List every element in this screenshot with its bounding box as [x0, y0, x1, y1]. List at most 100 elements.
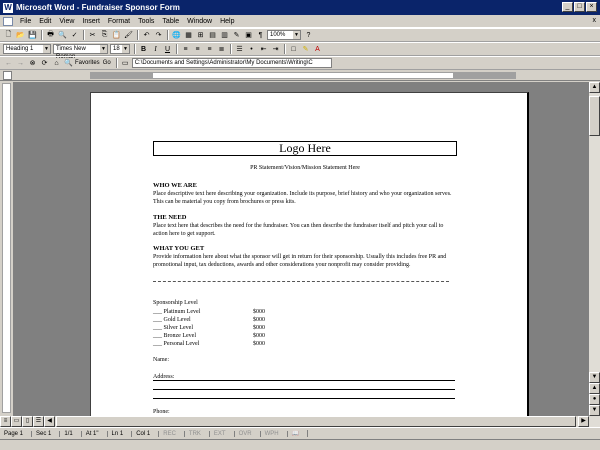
- drawing-icon[interactable]: ✎: [231, 30, 242, 40]
- outline-view-icon[interactable]: ☰: [33, 416, 44, 427]
- document-map-icon[interactable]: ▣: [243, 30, 254, 40]
- format-painter-icon[interactable]: 🖌: [123, 30, 134, 40]
- back-arrow-icon[interactable]: ←: [3, 58, 14, 68]
- align-center-icon[interactable]: ≡: [192, 44, 203, 54]
- style-select[interactable]: Heading 1 ▼: [3, 44, 51, 54]
- italic-button[interactable]: I: [150, 44, 161, 54]
- underline-button[interactable]: U: [162, 44, 173, 54]
- print-icon[interactable]: 🖶: [45, 30, 56, 40]
- previous-page-icon[interactable]: ▲: [589, 383, 600, 394]
- favorites-menu[interactable]: Favorites: [75, 60, 100, 66]
- toolbar-separator: [115, 58, 118, 68]
- document-area[interactable]: Logo Here PR Statement/Vision/Mission St…: [13, 82, 589, 416]
- border-icon[interactable]: □: [288, 44, 299, 54]
- print-preview-icon[interactable]: 🔍: [57, 30, 68, 40]
- save-icon[interactable]: 💾: [27, 30, 38, 40]
- status-ovr[interactable]: OVR: [235, 430, 261, 437]
- menu-bar: File Edit View Insert Format Tools Table…: [0, 15, 600, 28]
- paragraph-what-you-get: Provide information here about what the …: [153, 254, 447, 268]
- status-column: Col 1: [132, 430, 160, 437]
- document-close-button[interactable]: x: [593, 17, 597, 24]
- menu-view[interactable]: View: [55, 18, 78, 25]
- menu-file[interactable]: File: [16, 18, 35, 25]
- undo-icon[interactable]: ↶: [141, 30, 152, 40]
- zoom-select[interactable]: 100% ▼: [267, 30, 301, 40]
- sponsorship-title: Sponsorship Level: [153, 300, 198, 306]
- menu-window[interactable]: Window: [183, 18, 216, 25]
- menu-help[interactable]: Help: [216, 18, 238, 25]
- chevron-down-icon: ▼: [122, 45, 129, 53]
- scroll-down-icon[interactable]: ▼: [589, 372, 600, 383]
- redo-icon[interactable]: ↷: [153, 30, 164, 40]
- columns-icon[interactable]: ▥: [219, 30, 230, 40]
- tab-selector[interactable]: [3, 71, 12, 80]
- show-hide-icon[interactable]: ¶: [255, 30, 266, 40]
- bullets-icon[interactable]: •: [246, 44, 257, 54]
- numbering-icon[interactable]: ☰: [234, 44, 245, 54]
- decrease-indent-icon[interactable]: ⇤: [258, 44, 269, 54]
- status-wph[interactable]: WPH: [261, 430, 288, 437]
- show-only-web-toolbar-icon[interactable]: ▭: [120, 58, 131, 68]
- print-layout-icon[interactable]: ▯: [22, 416, 33, 427]
- scroll-left-icon[interactable]: ◀: [44, 416, 55, 427]
- horizontal-scrollbar[interactable]: ≡ ▭ ▯ ☰ ◀ ▶: [0, 416, 600, 427]
- help-icon[interactable]: ?: [303, 30, 314, 40]
- menu-insert[interactable]: Insert: [78, 18, 104, 25]
- font-color-icon[interactable]: A: [312, 44, 323, 54]
- font-size-select[interactable]: 18 ▼: [110, 44, 130, 54]
- refresh-icon[interactable]: ⟳: [39, 58, 50, 68]
- menu-tools[interactable]: Tools: [134, 18, 158, 25]
- status-trk[interactable]: TRK: [185, 430, 210, 437]
- copy-icon[interactable]: ⎘: [99, 30, 110, 40]
- go-menu[interactable]: Go: [103, 60, 111, 66]
- open-folder-icon[interactable]: 📂: [15, 30, 26, 40]
- status-page-count: 1/1: [60, 430, 82, 437]
- status-page: Page 1: [0, 430, 33, 437]
- stop-icon[interactable]: ⊗: [27, 58, 38, 68]
- horizontal-scroll-thumb[interactable]: [56, 416, 576, 427]
- forward-arrow-icon[interactable]: →: [15, 58, 26, 68]
- font-size-value: 18: [113, 46, 120, 52]
- increase-indent-icon[interactable]: ⇥: [270, 44, 281, 54]
- justify-icon[interactable]: ≣: [216, 44, 227, 54]
- font-select[interactable]: Times New Roman ▼: [53, 44, 108, 60]
- spelling-icon[interactable]: ✓: [69, 30, 80, 40]
- normal-view-icon[interactable]: ≡: [0, 416, 11, 427]
- insert-table-icon[interactable]: ⊞: [195, 30, 206, 40]
- ruler-text-area[interactable]: [152, 72, 454, 79]
- next-page-icon[interactable]: ▼: [589, 405, 600, 416]
- address-field[interactable]: C:\Documents and Settings\Administrator\…: [131, 58, 332, 68]
- level-label: ___ Gold Level: [153, 317, 191, 323]
- maximize-button[interactable]: □: [574, 2, 585, 12]
- vertical-scrollbar[interactable]: ▲ ▼ ▲ ● ▼: [589, 82, 600, 416]
- insert-excel-icon[interactable]: ▤: [207, 30, 218, 40]
- document-icon[interactable]: [3, 16, 13, 26]
- scroll-up-icon[interactable]: ▲: [589, 82, 600, 93]
- status-ext[interactable]: EXT: [210, 430, 235, 437]
- select-browse-object-icon[interactable]: ●: [589, 394, 600, 405]
- scroll-thumb[interactable]: [589, 96, 600, 136]
- status-rec[interactable]: REC: [159, 430, 185, 437]
- hyperlink-icon[interactable]: 🌐: [171, 30, 182, 40]
- close-button[interactable]: ×: [586, 2, 597, 12]
- bold-button[interactable]: B: [138, 44, 149, 54]
- status-section: Sec 1: [32, 430, 61, 437]
- cut-icon[interactable]: ✂: [87, 30, 98, 40]
- home-icon[interactable]: ⌂: [51, 58, 62, 68]
- menu-edit[interactable]: Edit: [35, 18, 55, 25]
- new-document-icon[interactable]: 🗋: [3, 30, 14, 40]
- tables-borders-icon[interactable]: ▦: [183, 30, 194, 40]
- highlight-icon[interactable]: ✎: [300, 44, 311, 54]
- menu-table[interactable]: Table: [158, 18, 183, 25]
- search-web-icon[interactable]: 🔍: [63, 58, 74, 68]
- spelling-status-icon[interactable]: 📖: [288, 430, 309, 437]
- paste-icon[interactable]: 📋: [111, 30, 122, 40]
- web-layout-icon[interactable]: ▭: [11, 416, 22, 427]
- align-right-icon[interactable]: ≡: [204, 44, 215, 54]
- align-left-icon[interactable]: ≡: [180, 44, 191, 54]
- scroll-right-icon[interactable]: ▶: [578, 416, 589, 427]
- window-title: Microsoft Word - Fundraiser Sponsor Form: [16, 3, 180, 12]
- menu-format[interactable]: Format: [104, 18, 134, 25]
- minimize-button[interactable]: _: [562, 2, 573, 12]
- document-page[interactable]: Logo Here PR Statement/Vision/Mission St…: [90, 92, 529, 416]
